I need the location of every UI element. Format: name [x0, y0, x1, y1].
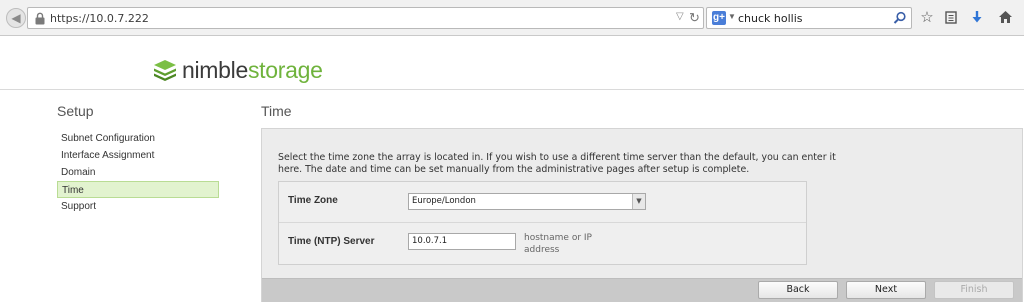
logo-text-nimble: nimble: [182, 56, 248, 83]
lock-icon: [35, 12, 45, 25]
nimble-storage-logo: nimblestorage: [150, 56, 323, 84]
search-icon[interactable]: [893, 11, 907, 25]
home-icon[interactable]: [996, 8, 1014, 26]
logo-text-storage: storage: [247, 56, 323, 83]
page-title: Time: [261, 103, 292, 119]
time-zone-row: Time Zone Europe/London ▼: [279, 182, 806, 223]
sidebar-item-domain[interactable]: Domain: [57, 164, 219, 181]
sidebar-item-interface-assignment[interactable]: Interface Assignment: [57, 147, 219, 164]
sidebar-title: Setup: [57, 103, 94, 119]
reload-icon[interactable]: ↻: [689, 10, 700, 26]
sidebar-item-support[interactable]: Support: [57, 198, 219, 215]
sidebar-nav: Subnet Configuration Interface Assignmen…: [57, 130, 219, 215]
back-button[interactable]: Back: [758, 281, 838, 299]
sidebar-item-time[interactable]: Time: [57, 181, 219, 198]
download-icon[interactable]: [968, 8, 986, 26]
star-icon[interactable]: ☆: [918, 8, 936, 26]
chevron-down-icon[interactable]: ▼: [632, 194, 645, 209]
ntp-server-input[interactable]: 10.0.7.1: [408, 233, 516, 250]
search-engine-dropdown-icon[interactable]: ▼: [728, 12, 736, 21]
description-text: Select the time zone the array is locate…: [278, 152, 836, 175]
time-zone-select[interactable]: Europe/London ▼: [408, 193, 646, 210]
finish-button[interactable]: Finish: [934, 281, 1014, 299]
search-input[interactable]: chuck hollis: [738, 12, 803, 25]
ntp-server-hint: hostname or IP address: [524, 233, 592, 255]
clipboard-icon[interactable]: [942, 8, 960, 26]
next-button[interactable]: Next: [846, 281, 926, 299]
wizard-footer: Back Next Finish: [262, 278, 1022, 302]
ntp-server-label: Time (NTP) Server: [288, 236, 375, 247]
time-zone-value: Europe/London: [412, 196, 476, 206]
ntp-server-row: Time (NTP) Server 10.0.7.1 hostname or I…: [279, 224, 806, 265]
url-text[interactable]: https://10.0.7.222: [50, 12, 149, 25]
browser-toolbar: ◀ https://10.0.7.222 ▽ ↻ g+ ▼ chuck holl…: [0, 0, 1024, 36]
address-bar[interactable]: https://10.0.7.222 ▽ ↻: [27, 7, 704, 29]
time-settings-panel: Select the time zone the array is locate…: [261, 128, 1023, 302]
time-form: Time Zone Europe/London ▼ Time (NTP) Ser…: [278, 181, 807, 265]
back-arrow-icon[interactable]: ◀: [6, 8, 26, 28]
dropdown-icon[interactable]: ▽: [676, 11, 684, 22]
search-bar[interactable]: g+ ▼ chuck hollis: [706, 7, 912, 29]
logo-mark-icon: [154, 60, 176, 81]
time-zone-label: Time Zone: [288, 195, 338, 206]
google-plus-icon[interactable]: g+: [712, 11, 726, 25]
header-divider: [0, 89, 1024, 90]
sidebar-item-subnet-configuration[interactable]: Subnet Configuration: [57, 130, 219, 147]
